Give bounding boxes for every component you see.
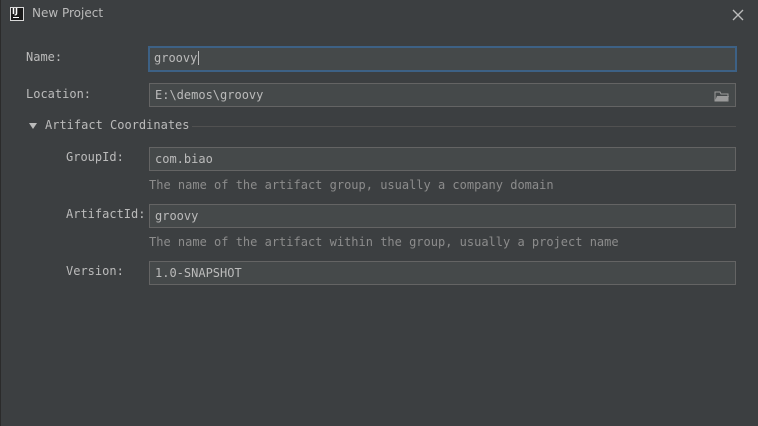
name-input-value: groovy: [154, 51, 198, 65]
group-id-hint: The name of the artifact group, usually …: [149, 178, 554, 192]
version-input-value: 1.0-SNAPSHOT: [155, 266, 242, 280]
location-label: Location:: [26, 87, 92, 101]
location-input-value: E:\demos\groovy: [155, 88, 264, 102]
close-icon: [732, 9, 744, 21]
artifact-id-input[interactable]: groovy: [149, 204, 736, 228]
text-caret: [198, 50, 200, 65]
section-divider: [192, 126, 736, 127]
browse-button[interactable]: [714, 88, 730, 102]
triangle-down-icon[interactable]: [29, 123, 37, 129]
title-bar: IJ New Project: [1, 0, 758, 30]
name-label: Name:: [26, 50, 63, 64]
artifact-id-label: ArtifactId:: [66, 207, 146, 221]
artifact-id-input-value: groovy: [155, 209, 199, 223]
close-button[interactable]: [729, 6, 747, 24]
new-project-dialog: IJ New Project Name: groovy Location: E:…: [0, 0, 758, 426]
window-title: New Project: [32, 6, 104, 20]
group-id-input[interactable]: com.biao: [149, 147, 736, 171]
group-id-input-value: com.biao: [155, 152, 213, 166]
version-input[interactable]: 1.0-SNAPSHOT: [149, 261, 736, 285]
version-label: Version:: [66, 264, 124, 278]
artifact-coordinates-toggle[interactable]: Artifact Coordinates: [45, 118, 190, 132]
folder-icon: [714, 91, 729, 102]
intellij-idea-icon: IJ: [10, 7, 24, 21]
artifact-id-hint: The name of the artifact within the grou…: [149, 235, 619, 249]
artifact-coordinates-section: Artifact Coordinates: [29, 118, 736, 134]
name-input[interactable]: groovy: [148, 46, 737, 72]
group-id-label: GroupId:: [66, 150, 124, 164]
location-input[interactable]: E:\demos\groovy: [149, 83, 736, 107]
